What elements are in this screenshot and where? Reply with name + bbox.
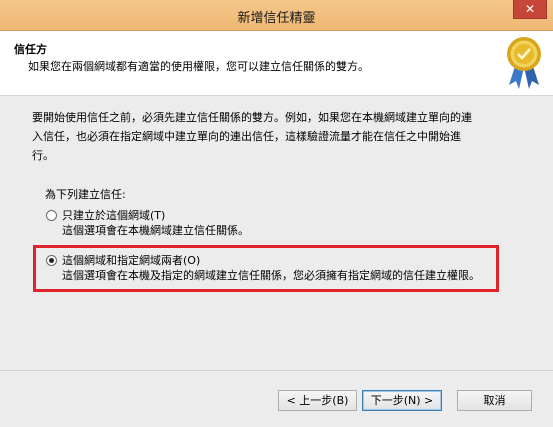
wizard-content: 要開始使用信任之前，必須先建立信任關係的雙方。例如，如果您在本機網域建立單向的連… — [0, 96, 553, 370]
window-title: 新增信任精靈 — [237, 11, 316, 26]
trust-scope-label: 為下列建立信任: — [45, 188, 126, 201]
intro-text: 要開始使用信任之前，必須先建立信任關係的雙方。例如，如果您在本機網域建立單向的連… — [32, 108, 512, 165]
back-button[interactable]: < 上一步(B) — [278, 390, 357, 411]
wizard-header: 信任方 如果您在兩個網域都有適當的使用權限，您可以建立信任關係的雙方。 — [0, 31, 553, 96]
option-label[interactable]: 只建立於這個網域(T) — [62, 209, 165, 223]
wizard-footer: < 上一步(B) 下一步(N) > 取消 — [0, 370, 553, 427]
next-button[interactable]: 下一步(N) > — [362, 390, 442, 411]
intro-line: 要開始使用信任之前，必須先建立信任關係的雙方。例如，如果您在本機網域建立單向的連 — [32, 111, 472, 124]
intro-line: 入信任，也必須在指定網域中建立單向的連出信任，這樣驗證流量才能在信任之中開始進 — [32, 130, 461, 143]
option-description: 這個選項會在本機網域建立信任關係。 — [62, 224, 249, 237]
intro-line: 行。 — [32, 149, 54, 162]
page-subtitle: 如果您在兩個網域都有適當的使用權限，您可以建立信任關係的雙方。 — [28, 60, 369, 73]
highlight-box — [33, 245, 499, 292]
radio-this-domain-only[interactable] — [46, 210, 57, 221]
close-button[interactable]: ✕ — [513, 0, 547, 19]
page-title: 信任方 — [14, 43, 47, 56]
title-bar: 新增信任精靈 ✕ — [0, 0, 553, 31]
cancel-button[interactable]: 取消 — [457, 390, 532, 411]
certificate-ribbon-icon — [507, 37, 541, 89]
